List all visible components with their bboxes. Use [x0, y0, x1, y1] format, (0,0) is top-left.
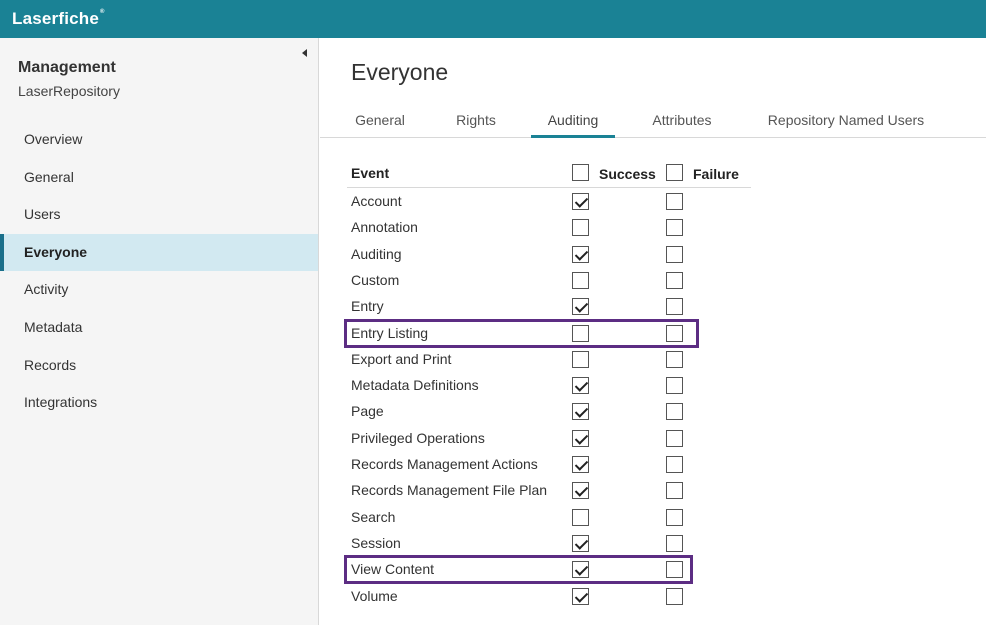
table-row: View Content — [347, 556, 751, 582]
event-label: Search — [351, 508, 396, 525]
table-header: Event Success Failure — [347, 158, 751, 188]
sidebar-item-everyone[interactable]: Everyone — [0, 233, 318, 272]
registered-mark: ® — [100, 9, 105, 15]
failure-column-header: Failure — [693, 166, 739, 182]
tab-attributes[interactable]: Attributes — [640, 110, 724, 138]
table-row: Privileged Operations — [347, 425, 751, 451]
event-label: View Content — [351, 561, 435, 578]
sidebar-nav: Overview General Users Everyone Activity… — [0, 121, 318, 422]
table-row: Records Management Actions — [347, 451, 751, 477]
success-checkbox[interactable] — [572, 245, 589, 263]
event-label: Volume — [351, 587, 398, 604]
failure-checkbox[interactable] — [666, 587, 683, 605]
failure-checkbox[interactable] — [666, 324, 683, 342]
failure-checkbox[interactable] — [666, 456, 683, 473]
sidebar: Management LaserRepository Overview Gene… — [0, 38, 319, 625]
page-title: Everyone — [351, 59, 449, 85]
sidebar-item-records[interactable]: Records — [0, 347, 318, 385]
sidebar-item-users[interactable]: Users — [0, 196, 318, 234]
success-checkbox[interactable] — [572, 534, 589, 552]
event-label: Session — [351, 534, 401, 551]
select-all-failure-checkbox[interactable] — [666, 164, 683, 181]
success-checkbox[interactable] — [572, 298, 589, 316]
success-checkbox[interactable] — [572, 508, 589, 526]
table-row: Annotation — [347, 214, 751, 240]
success-checkbox[interactable] — [572, 377, 589, 395]
table-row: Metadata Definitions — [347, 372, 751, 398]
table-row: Account — [347, 188, 751, 214]
select-all-success-checkbox[interactable] — [572, 164, 589, 181]
tab-repository-named-users[interactable]: Repository Named Users — [760, 110, 932, 138]
laserfiche-logo[interactable]: Laserfiche® — [12, 9, 105, 29]
sidebar-item-general[interactable]: General — [0, 159, 318, 197]
event-label: Annotation — [351, 219, 418, 236]
event-label: Metadata Definitions — [351, 377, 479, 394]
success-checkbox[interactable] — [572, 587, 589, 605]
table-row: Records Management File Plan — [347, 477, 751, 503]
sidebar-item-activity[interactable]: Activity — [0, 271, 318, 309]
tab-auditing[interactable]: Auditing — [531, 110, 615, 138]
table-row: Session — [347, 530, 751, 556]
event-column-header: Event — [351, 165, 390, 181]
failure-checkbox[interactable] — [666, 482, 683, 500]
table-row: Entry Listing — [347, 320, 751, 346]
table-row: Entry — [347, 293, 751, 319]
success-checkbox[interactable] — [572, 403, 589, 421]
event-label: Custom — [351, 271, 400, 288]
sidebar-item-metadata[interactable]: Metadata — [0, 309, 318, 347]
success-column-header: Success — [599, 166, 656, 182]
success-checkbox[interactable] — [572, 456, 589, 473]
success-checkbox[interactable] — [572, 482, 589, 500]
top-bar: Laserfiche® — [0, 0, 986, 38]
failure-checkbox[interactable] — [666, 403, 683, 421]
table-row: Auditing — [347, 241, 751, 267]
success-checkbox[interactable] — [572, 561, 589, 579]
sidebar-item-integrations[interactable]: Integrations — [0, 384, 318, 422]
logo-text: Laserfiche — [12, 9, 100, 28]
sidebar-subtitle: LaserRepository — [18, 83, 120, 99]
failure-checkbox[interactable] — [666, 193, 683, 210]
sidebar-item-overview[interactable]: Overview — [0, 121, 318, 159]
success-checkbox[interactable] — [572, 271, 589, 289]
event-label: Privileged Operations — [351, 429, 485, 446]
tab-rights[interactable]: Rights — [446, 110, 506, 138]
success-checkbox[interactable] — [572, 324, 589, 342]
sidebar-title: Management — [18, 59, 116, 76]
failure-checkbox[interactable] — [666, 298, 683, 316]
tab-bar: General Rights Auditing Attributes Repos… — [320, 108, 986, 138]
success-checkbox[interactable] — [572, 429, 589, 447]
success-checkbox[interactable] — [572, 219, 589, 237]
event-label: Page — [351, 403, 384, 420]
table-row: Custom — [347, 267, 751, 293]
failure-checkbox[interactable] — [666, 561, 683, 579]
failure-checkbox[interactable] — [666, 245, 683, 263]
failure-checkbox[interactable] — [666, 508, 683, 526]
event-label: Auditing — [351, 245, 402, 262]
table-row: Search — [347, 504, 751, 530]
event-label: Account — [351, 193, 402, 209]
event-label: Entry — [351, 298, 384, 315]
success-checkbox[interactable] — [572, 350, 589, 368]
event-label: Records Management File Plan — [351, 482, 548, 499]
table-row: Volume — [347, 583, 751, 609]
failure-checkbox[interactable] — [666, 534, 683, 552]
event-label: Export and Print — [351, 350, 452, 367]
event-label: Entry Listing — [351, 324, 429, 341]
collapse-sidebar-icon[interactable] — [300, 47, 310, 59]
failure-checkbox[interactable] — [666, 350, 683, 368]
tab-general[interactable]: General — [346, 110, 414, 138]
success-checkbox[interactable] — [572, 193, 589, 210]
failure-checkbox[interactable] — [666, 429, 683, 447]
failure-checkbox[interactable] — [666, 377, 683, 395]
failure-checkbox[interactable] — [666, 219, 683, 237]
table-row: Export and Print — [347, 346, 751, 372]
table-row: Page — [347, 398, 751, 424]
failure-checkbox[interactable] — [666, 271, 683, 289]
event-label: Records Management Actions — [351, 456, 538, 472]
